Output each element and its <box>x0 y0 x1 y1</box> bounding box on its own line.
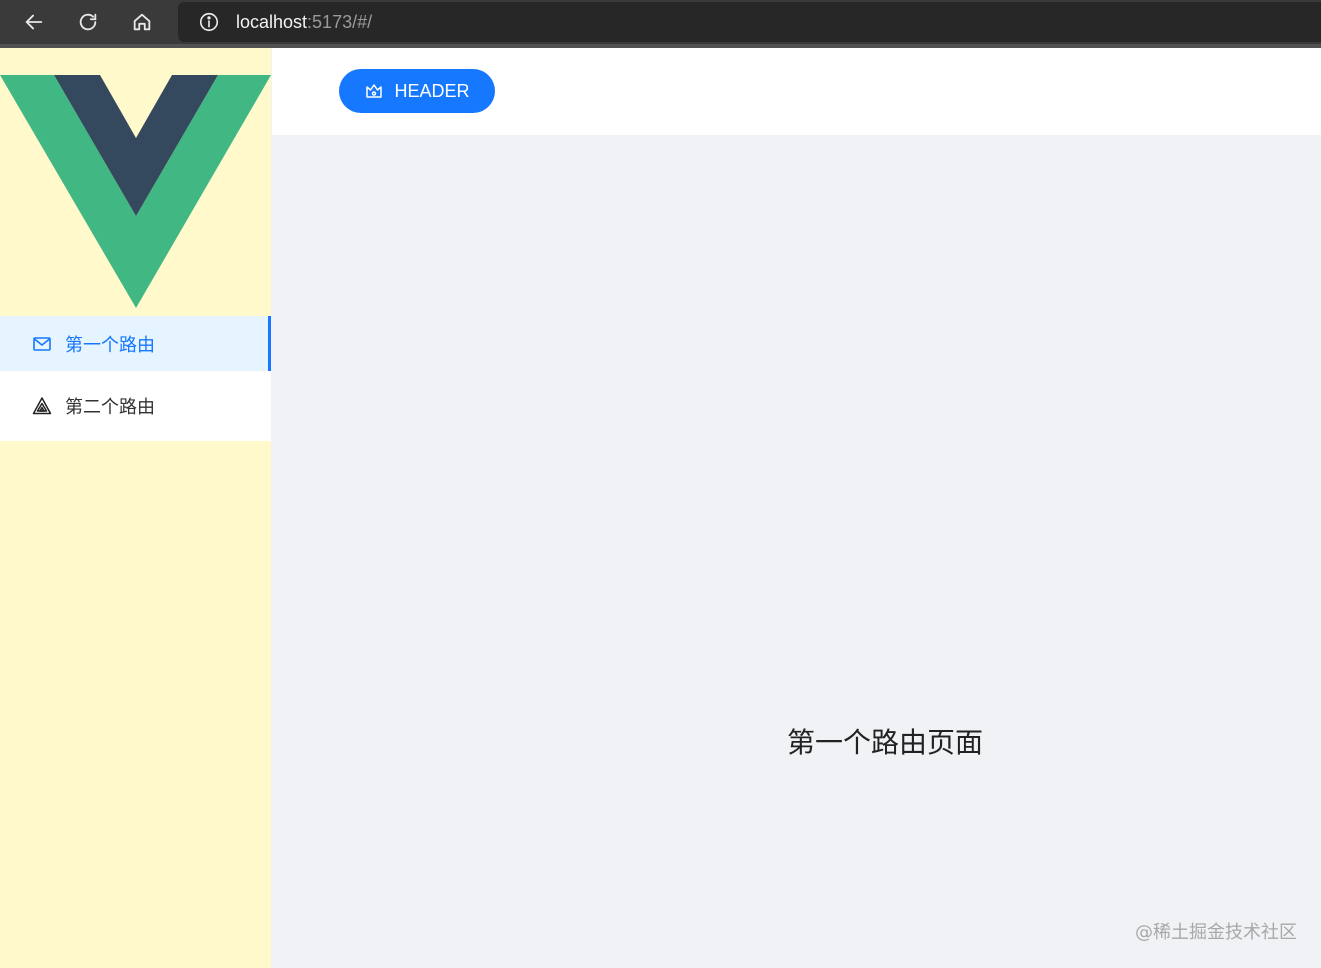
back-button[interactable] <box>19 7 49 37</box>
header: HEADER <box>272 48 1321 135</box>
arrow-left-icon <box>25 14 43 30</box>
mail-icon <box>32 334 52 354</box>
sidebar-item-label: 第一个路由 <box>65 334 155 356</box>
url-path: :5173/#/ <box>307 11 373 32</box>
url-text: localhost:5173/#/ <box>236 12 372 33</box>
page-text: 第一个路由页面 <box>787 726 984 759</box>
sidebar-item-second-route[interactable]: 第二个路由 <box>0 371 271 441</box>
vue-logo <box>0 48 271 310</box>
address-bar[interactable]: localhost:5173/#/ <box>178 2 1321 42</box>
sidebar: 第一个路由 第二个路由 <box>0 48 271 968</box>
home-icon <box>133 13 151 31</box>
sidebar-item-first-route[interactable]: 第一个路由 <box>0 316 271 371</box>
info-icon[interactable] <box>198 11 220 33</box>
crown-icon <box>364 81 384 101</box>
header-button-label: HEADER <box>394 80 470 101</box>
browser-toolbar: localhost:5173/#/ <box>0 0 1321 44</box>
url-host: localhost <box>236 11 308 32</box>
reload-button[interactable] <box>73 7 103 37</box>
sidebar-item-label: 第二个路由 <box>65 397 155 418</box>
header-button[interactable]: HEADER <box>339 69 495 113</box>
watermark: @稀土掘金技术社区 <box>1135 922 1297 943</box>
sidebar-menu: 第一个路由 第二个路由 <box>0 316 271 441</box>
home-button[interactable] <box>127 7 157 37</box>
reload-icon <box>79 13 97 31</box>
main-content: 第一个路由页面 @稀土掘金技术社区 <box>272 135 1321 968</box>
triangle-icon <box>32 396 52 416</box>
